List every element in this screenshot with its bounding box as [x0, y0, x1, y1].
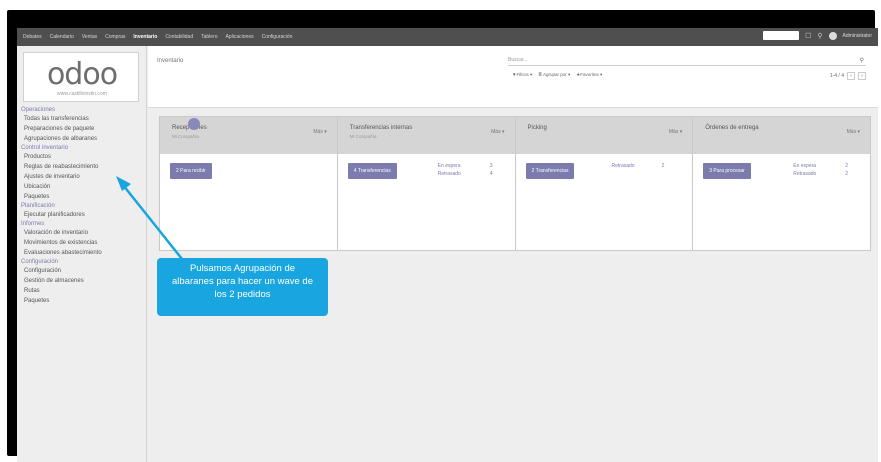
stat-label-waiting[interactable]: En espera — [438, 163, 461, 169]
search-icon[interactable]: ⚲ — [817, 32, 822, 40]
kanban-card-recepciones[interactable]: Recepciones Mi Compañía Más ▾ 2 Para rec… — [160, 117, 338, 250]
card-more-dropdown[interactable]: Más ▾ — [847, 129, 860, 135]
sidebar-item-preparaciones-paquete[interactable]: Preparaciones de paquete — [21, 124, 145, 134]
sidebar-section-configuracion: Configuración — [21, 259, 59, 265]
kanban-cards: Recepciones Mi Compañía Más ▾ 2 Para rec… — [159, 116, 871, 251]
user-menu[interactable]: Administrator — [843, 33, 872, 39]
main-content: Inventario Buscar... ⚲ ▼Filtros ▾ ≣ Agru… — [148, 46, 878, 462]
filters-dropdown[interactable]: ▼Filtros ▾ — [512, 72, 532, 78]
top-menu-inventario[interactable]: Inventario — [133, 34, 157, 40]
odoo-window: Debates Calendario Ventas Compras Invent… — [17, 28, 878, 462]
card-subtitle: Mi Compañía — [349, 134, 377, 139]
sidebar-item-configuracion[interactable]: Configuración — [21, 266, 145, 276]
top-search-box[interactable] — [763, 31, 800, 40]
sidebar-item-todas-transferencias[interactable]: Todas las transferencias — [21, 114, 145, 124]
sidebar: odoo www.castilloinstin.com Operaciones … — [17, 46, 147, 462]
card-title[interactable]: Picking — [528, 125, 547, 131]
sidebar-item-ajustes-inventario[interactable]: Ajustes de inventario — [21, 172, 145, 182]
sidebar-section-operaciones: Operaciones — [21, 107, 56, 113]
stat-label-late[interactable]: Retrasado — [612, 163, 635, 169]
top-menu-contabilidad[interactable]: Contabilidad — [165, 34, 193, 40]
sidebar-item-gestion-almacenes[interactable]: Gestión de almacenes — [21, 276, 145, 286]
card-more-dropdown[interactable]: Más ▾ — [669, 129, 682, 135]
favorites-dropdown[interactable]: ★Favoritos ▾ — [576, 72, 602, 78]
stat-value-waiting[interactable]: 3 — [490, 163, 493, 169]
search-placeholder: Buscar... — [508, 57, 528, 63]
logo-url: www.castilloinstin.com — [57, 91, 107, 97]
card-title[interactable]: Órdenes de entrega — [705, 125, 758, 131]
sidebar-item-ubicacion[interactable]: Ubicación — [21, 182, 145, 192]
top-menu-compras[interactable]: Compras — [105, 34, 125, 40]
top-menu-debates[interactable]: Debates — [23, 34, 42, 40]
top-menu-tablero[interactable]: Tablero — [201, 34, 217, 40]
card-header: Recepciones Mi Compañía Más ▾ — [160, 117, 337, 154]
sidebar-section-informes: Informes — [21, 221, 45, 227]
pager: 1-4 / 4 ‹ › — [830, 72, 866, 80]
card-more-dropdown[interactable]: Más ▾ — [313, 129, 326, 135]
card-title[interactable]: Transferencias internas — [350, 125, 412, 131]
kanban-card-transferencias-internas[interactable]: Transferencias internas Mi Compañía Más … — [337, 117, 516, 250]
sidebar-item-movimientos-existencias[interactable]: Movimientos de existencias — [21, 238, 145, 248]
stat-label-late[interactable]: Retrasado — [438, 171, 461, 177]
stat-value-late[interactable]: 2 — [845, 171, 848, 177]
top-menu: Debates Calendario Ventas Compras Invent… — [23, 34, 292, 40]
screenshot-frame: Debates Calendario Ventas Compras Invent… — [7, 10, 878, 462]
company-logo[interactable]: odoo www.castilloinstin.com — [23, 52, 139, 102]
sidebar-item-evaluaciones-abastecimiento[interactable]: Evaluaciones abastecimiento — [21, 248, 145, 258]
sidebar-item-productos[interactable]: Productos — [21, 152, 145, 162]
card-header: Transferencias internas Mi Compañía Más … — [337, 117, 515, 154]
top-menu-configuracion[interactable]: Configuración — [262, 34, 293, 40]
chat-icon[interactable]: ☐ — [805, 32, 811, 40]
pager-value[interactable]: 1-4 / 4 — [830, 73, 844, 79]
card-more-dropdown[interactable]: Más ▾ — [491, 129, 504, 135]
top-menu-ventas[interactable]: Ventas — [82, 34, 97, 40]
stat-label-late[interactable]: Retrasado — [793, 171, 816, 177]
stat-value-late[interactable]: 2 — [662, 163, 665, 169]
avatar[interactable] — [828, 31, 837, 40]
top-navbar: Debates Calendario Ventas Compras Invent… — [17, 28, 878, 46]
breadcrumb: Inventario — [157, 58, 184, 64]
group-by-dropdown[interactable]: ≣ Agrupar por ▾ — [538, 72, 570, 78]
card-subtitle: Mi Compañía — [172, 134, 199, 139]
card-action-button[interactable]: 2 Para recibir — [170, 163, 212, 179]
drag-handle-dot — [188, 118, 200, 130]
card-action-button[interactable]: 2 Transferencias — [525, 163, 575, 179]
top-right-tools: ☐ ⚲ Administrator — [763, 31, 872, 40]
kanban-card-ordenes-entrega[interactable]: Órdenes de entrega Más ▾ 3 Para procesar… — [693, 117, 870, 250]
stat-value-late[interactable]: 4 — [490, 171, 493, 177]
kanban-card-picking[interactable]: Picking Más ▾ 2 Transferencias Retrasado… — [515, 117, 694, 250]
sidebar-menu: Operaciones Todas las transferencias Pre… — [21, 106, 145, 306]
card-header: Órdenes de entrega Más ▾ — [693, 117, 870, 154]
pager-next-icon[interactable]: › — [858, 72, 866, 80]
sidebar-section-control-inventario: Control inventario — [21, 145, 69, 151]
pager-previous-icon[interactable]: ‹ — [847, 72, 855, 80]
sidebar-section-planificacion: Planificación — [21, 203, 55, 209]
card-action-button[interactable]: 4 Transferencias — [347, 163, 397, 179]
card-action-button[interactable]: 3 Para procesar — [703, 163, 751, 179]
search-input[interactable]: Buscar... ⚲ — [508, 57, 866, 66]
sidebar-item-paquetes-config[interactable]: Paquetes — [21, 296, 145, 306]
sidebar-item-reglas-reabastecimiento[interactable]: Reglas de reabastecimiento — [21, 162, 145, 172]
stat-label-waiting[interactable]: En espera — [793, 163, 816, 169]
search-icon[interactable]: ⚲ — [860, 57, 864, 64]
sidebar-item-agrupaciones-albaranes[interactable]: Agrupaciones de albaranes — [21, 134, 145, 144]
top-menu-aplicaciones[interactable]: Aplicaciones — [226, 34, 254, 40]
sidebar-item-rutas[interactable]: Rutas — [21, 286, 145, 296]
stat-value-waiting[interactable]: 2 — [845, 163, 848, 169]
card-header: Picking Más ▾ — [515, 117, 693, 154]
top-menu-calendario[interactable]: Calendario — [50, 34, 74, 40]
sidebar-item-paquetes[interactable]: Paquetes — [21, 192, 145, 202]
logo-text: odoo — [46, 57, 118, 92]
annotation-callout: Pulsamos Agrupación de albaranes para ha… — [157, 258, 328, 316]
search-options: ▼Filtros ▾ ≣ Agrupar por ▾ ★Favoritos ▾ — [512, 72, 602, 78]
callout-text: Pulsamos Agrupación de albaranes para ha… — [171, 263, 313, 300]
sidebar-item-valoracion-inventario[interactable]: Valoración de inventario — [21, 228, 145, 238]
sidebar-item-ejecutar-planificadores[interactable]: Ejecutar planificadores — [21, 210, 145, 220]
control-panel: Inventario Buscar... ⚲ ▼Filtros ▾ ≣ Agru… — [148, 46, 878, 108]
